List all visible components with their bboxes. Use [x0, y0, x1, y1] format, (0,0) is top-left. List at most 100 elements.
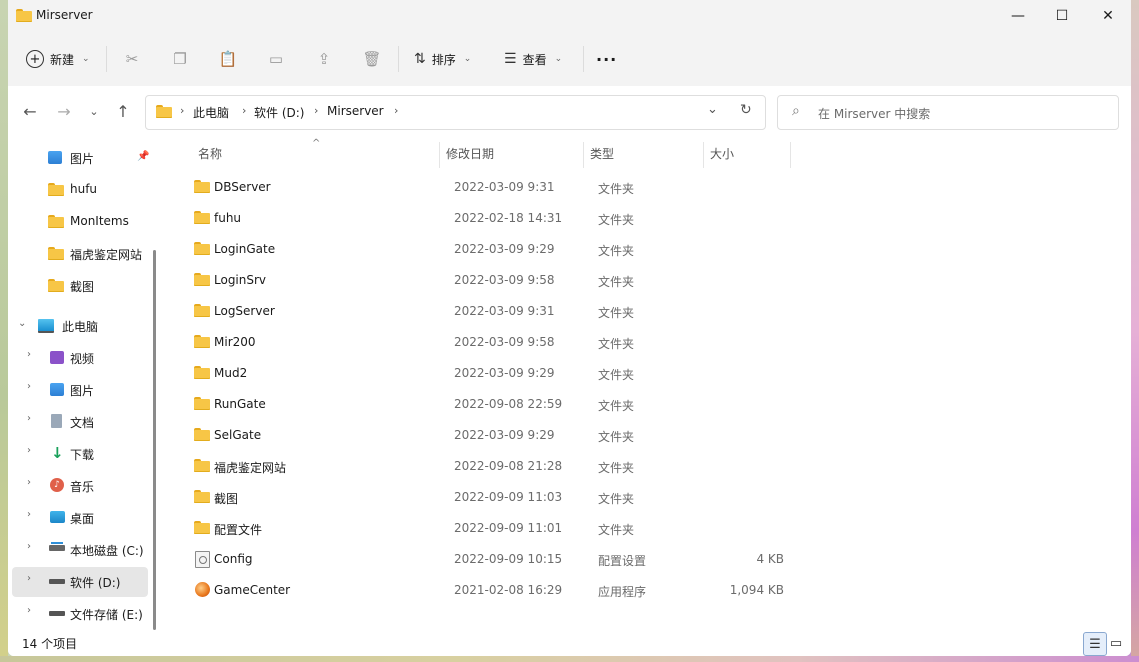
window-title: Mirserver	[36, 8, 93, 22]
chevron-right-icon[interactable]: ›	[27, 509, 31, 520]
column-header-name[interactable]: 名称	[198, 138, 222, 168]
file-date: 2022-09-08 21:28	[454, 459, 563, 473]
sidebar-item-drive-d[interactable]: › 软件 (D:)	[12, 567, 148, 597]
more-options-button[interactable]: ···	[596, 45, 617, 73]
command-bar: + 新建 ⌄ ✂ ❐ 📋 ▭ ⇪ 🗑 ⇅ 排序 ⌄ ☰ 查看 ⌄ ···	[8, 32, 1131, 87]
sidebar-item-monitems[interactable]: MonItems	[12, 207, 148, 237]
chevron-right-icon[interactable]: ›	[27, 445, 31, 456]
file-row[interactable]: Config 2022-09-09 10:15 配置设置 4 KB	[184, 544, 804, 575]
sidebar-item-label: 文档	[70, 416, 95, 430]
chevron-right-icon[interactable]: ›	[27, 381, 31, 392]
sidebar-item-label: MonItems	[70, 214, 129, 228]
pictures-icon	[50, 383, 64, 396]
share-button[interactable]: ⇪	[312, 45, 336, 73]
folder-icon	[194, 428, 211, 442]
file-date: 2022-09-09 11:01	[454, 521, 563, 535]
rename-button[interactable]: ▭	[264, 45, 288, 73]
sidebar-item-pictures[interactable]: › 图片	[12, 375, 148, 405]
copy-icon: ❐	[173, 50, 187, 68]
file-row[interactable]: SelGate 2022-03-09 9:29 文件夹	[184, 420, 804, 451]
drive-icon	[49, 579, 65, 584]
file-type: 应用程序	[598, 585, 647, 599]
breadcrumb-drive-d[interactable]: 软件 (D:)	[254, 104, 304, 121]
file-row[interactable]: Mud2 2022-03-09 9:29 文件夹	[184, 358, 804, 389]
breadcrumb-this-pc[interactable]: 此电脑	[193, 104, 229, 121]
recent-locations-button[interactable]: ⌄	[81, 98, 107, 124]
large-icons-view-button[interactable]: ▭	[1105, 632, 1127, 654]
refresh-button[interactable]: ↻	[740, 102, 752, 118]
chevron-right-icon[interactable]: ›	[27, 573, 31, 584]
column-header-label: 大小	[710, 146, 735, 161]
column-divider[interactable]	[439, 142, 440, 168]
new-button[interactable]: + 新建 ⌄	[26, 45, 90, 73]
file-name: LoginSrv	[214, 273, 267, 287]
cut-button[interactable]: ✂	[120, 45, 144, 73]
sidebar-item-documents[interactable]: › 文档	[12, 407, 148, 437]
paste-button[interactable]: 📋	[216, 45, 240, 73]
file-name: LogServer	[214, 304, 275, 318]
column-divider[interactable]	[703, 142, 704, 168]
file-date: 2022-09-09 10:15	[454, 552, 563, 566]
file-row[interactable]: Mir200 2022-03-09 9:58 文件夹	[184, 327, 804, 358]
folder-icon	[16, 9, 32, 22]
sidebar-item-this-pc[interactable]: ⌄ 此电脑	[12, 311, 148, 341]
sidebar-item-downloads[interactable]: › ↓ 下载	[12, 439, 148, 469]
column-divider[interactable]	[790, 142, 791, 168]
back-button[interactable]: ←	[17, 98, 43, 124]
folder-icon	[194, 242, 211, 256]
chevron-right-icon[interactable]: ›	[27, 477, 31, 488]
sidebar-item-screenshots[interactable]: 截图	[12, 271, 148, 301]
column-header-type[interactable]: 类型	[590, 138, 614, 168]
delete-button[interactable]: 🗑	[360, 45, 384, 73]
column-header-date[interactable]: 修改日期	[446, 138, 494, 168]
computer-icon	[38, 319, 54, 333]
sort-button-label: 排序	[431, 52, 456, 67]
file-row[interactable]: 截图 2022-09-09 11:03 文件夹	[184, 482, 804, 513]
forward-button[interactable]: →	[51, 98, 77, 124]
sidebar-item-drive-e[interactable]: › 文件存储 (E:)	[12, 599, 148, 629]
maximize-button[interactable]: ☐	[1039, 0, 1085, 32]
pin-icon[interactable]: 📌	[137, 151, 149, 162]
sidebar-scrollbar[interactable]	[153, 250, 156, 630]
column-header-size[interactable]: 大小	[710, 138, 734, 168]
details-view-button[interactable]: ☰	[1083, 632, 1107, 656]
breadcrumb-mirserver[interactable]: Mirserver	[327, 104, 384, 118]
file-row[interactable]: GameCenter 2021-02-08 16:29 应用程序 1,094 KB	[184, 575, 804, 606]
chevron-right-icon[interactable]: ›	[27, 605, 31, 616]
sidebar-item-pictures-quick[interactable]: 图片 📌	[12, 143, 149, 173]
sidebar-item-label: 桌面	[70, 512, 95, 526]
folder-icon	[194, 490, 211, 504]
up-button[interactable]: ↑	[110, 98, 136, 124]
file-row[interactable]: LogServer 2022-03-09 9:31 文件夹	[184, 296, 804, 327]
copy-button[interactable]: ❐	[168, 45, 192, 73]
sidebar-item-music[interactable]: › ♪ 音乐	[12, 471, 148, 501]
address-bar[interactable]: › 此电脑 › 软件 (D:) › Mirserver › ⌄ ↻	[145, 95, 766, 130]
sidebar-item-drive-c[interactable]: › 本地磁盘 (C:)	[12, 535, 148, 565]
sidebar-item-label: 软件 (D:)	[70, 576, 121, 590]
file-row[interactable]: LoginGate 2022-03-09 9:29 文件夹	[184, 234, 804, 265]
folder-icon	[194, 211, 211, 225]
close-button[interactable]: ✕	[1085, 0, 1131, 32]
minimize-button[interactable]: —	[995, 0, 1041, 32]
file-row[interactable]: 配置文件 2022-09-09 11:01 文件夹	[184, 513, 804, 544]
file-row[interactable]: 福虎鉴定网站 2022-09-08 21:28 文件夹	[184, 451, 804, 482]
chevron-right-icon[interactable]: ›	[27, 349, 31, 360]
sidebar-item-hufu[interactable]: hufu	[12, 175, 148, 205]
chevron-right-icon[interactable]: ›	[27, 413, 31, 424]
search-box[interactable]: ⌕ 在 Mirserver 中搜索	[777, 95, 1119, 130]
file-row[interactable]: RunGate 2022-09-08 22:59 文件夹	[184, 389, 804, 420]
sidebar-item-videos[interactable]: › 视频	[12, 343, 148, 373]
address-dropdown-button[interactable]: ⌄	[707, 102, 718, 117]
desktop-icon	[50, 511, 65, 523]
sort-button[interactable]: ⇅ 排序 ⌄	[414, 45, 471, 73]
file-row[interactable]: LoginSrv 2022-03-09 9:58 文件夹	[184, 265, 804, 296]
view-button[interactable]: ☰ 查看 ⌄	[504, 45, 562, 73]
search-input[interactable]: 在 Mirserver 中搜索	[818, 105, 930, 122]
column-divider[interactable]	[583, 142, 584, 168]
chevron-down-icon[interactable]: ⌄	[18, 318, 26, 329]
file-row[interactable]: DBServer 2022-03-09 9:31 文件夹	[184, 172, 804, 203]
chevron-right-icon[interactable]: ›	[27, 541, 31, 552]
sidebar-item-fuhu-site[interactable]: 福虎鉴定网站	[12, 239, 148, 269]
sidebar-item-desktop[interactable]: › 桌面	[12, 503, 148, 533]
file-row[interactable]: fuhu 2022-02-18 14:31 文件夹	[184, 203, 804, 234]
